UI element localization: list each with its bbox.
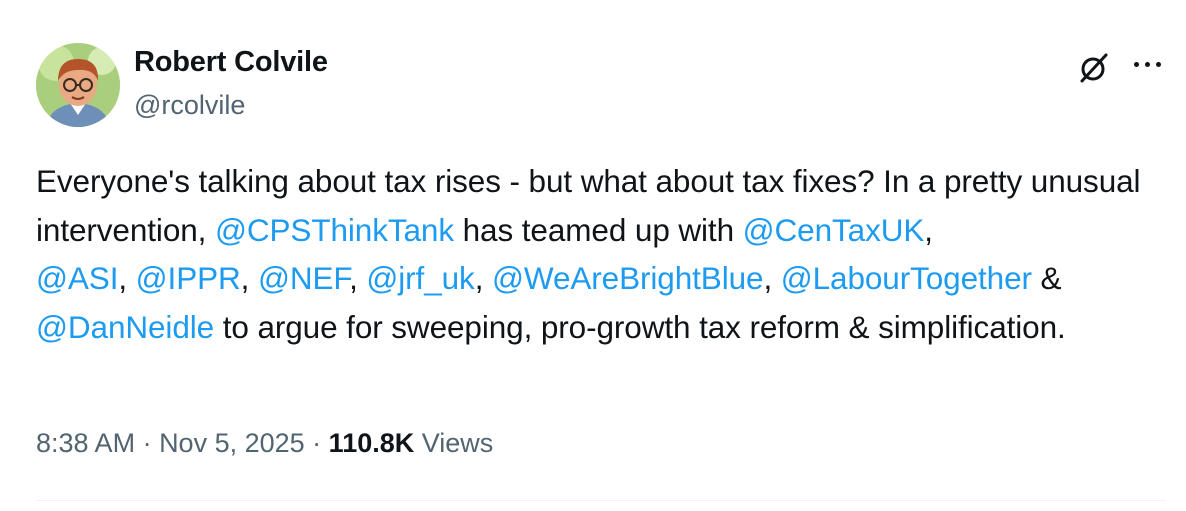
tweet-time[interactable]: 8:38 AM [36, 428, 135, 458]
mention-link-cpsthinktank[interactable]: @CPSThinkTank [215, 212, 454, 248]
mention-link-centaxuk[interactable]: @CenTaxUK [743, 212, 925, 248]
author-name[interactable]: Robert Colvile [134, 46, 328, 79]
tweet-text-segment: to argue for sweeping, pro-growth tax re… [214, 308, 1066, 345]
divider [36, 500, 1166, 501]
author-handle[interactable]: @rcolvile [134, 90, 245, 121]
mention-link-labourtogether[interactable]: @LabourTogether [781, 260, 1032, 296]
tweet-text-segment: , [349, 260, 367, 296]
mention-link-asi[interactable]: @ASI [36, 260, 118, 296]
tweet-card: Robert Colvile @rcolvile Everyone's talk… [0, 0, 1186, 511]
mention-link-jrf-uk[interactable]: @jrf_uk [366, 260, 474, 296]
mention-link-wearebrightblue[interactable]: @WeAreBrightBlue [492, 260, 764, 296]
views-count: 110.8K [328, 428, 415, 458]
more-icon[interactable] [1130, 50, 1166, 78]
tweet-text-segment: , [763, 260, 781, 296]
tweet-text-segment: & [1031, 260, 1062, 296]
mention-link-nef[interactable]: @NEF [258, 260, 349, 296]
tweet-text-segment: , [240, 260, 258, 296]
avatar[interactable] [36, 43, 120, 127]
avatar-illustration [36, 43, 120, 127]
tweet-text-segment: , [118, 260, 136, 296]
views-label: Views [414, 428, 494, 458]
tweet-text-segment: , [924, 211, 933, 248]
tweet-date[interactable]: Nov 5, 2025 [159, 428, 305, 458]
separator-dot: · [304, 428, 329, 458]
mention-link-danneidle[interactable]: @DanNeidle [36, 309, 214, 345]
tweet-metadata: 8:38 AM · Nov 5, 2025 · 110.8K Views [36, 428, 493, 459]
grok-icon[interactable] [1076, 50, 1112, 86]
tweet-text-segment: , [474, 260, 493, 296]
separator-dot: · [135, 428, 160, 458]
tweet-text: Everyone's talking about tax rises - but… [36, 157, 1166, 351]
tweet-text-segment: has teamed up with [453, 211, 743, 248]
mention-link-ippr[interactable]: @IPPR [136, 260, 241, 296]
